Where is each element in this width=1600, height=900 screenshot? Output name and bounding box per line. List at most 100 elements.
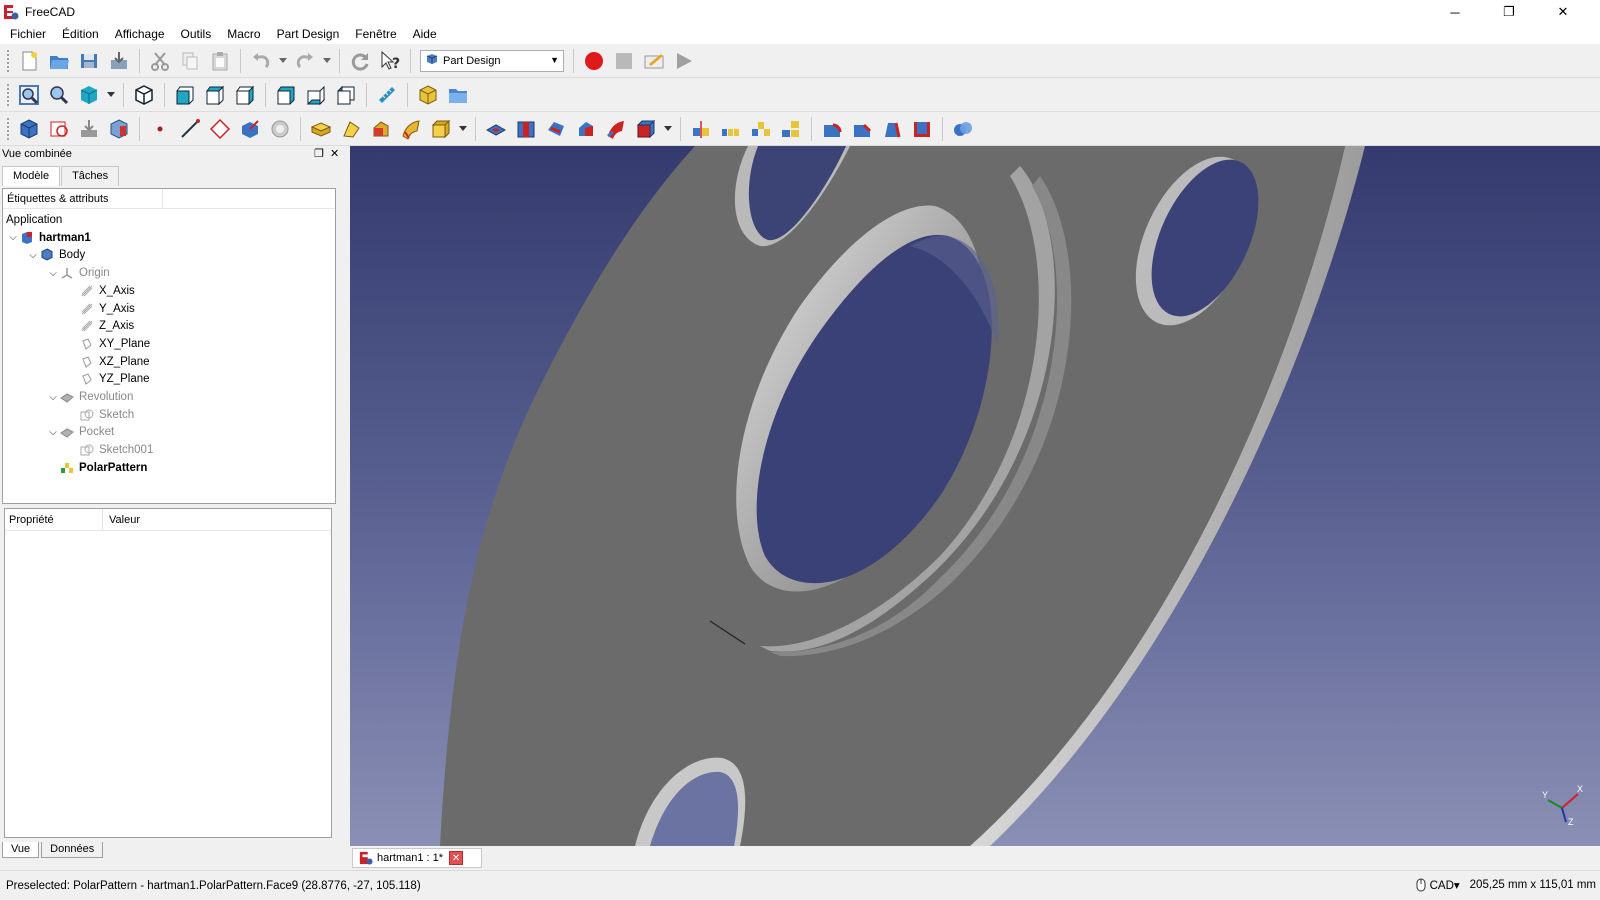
fit-all-icon[interactable]	[15, 81, 43, 109]
boolean-icon[interactable]	[949, 115, 977, 143]
tree-item-revolution[interactable]: ⌵ Revolution	[47, 388, 133, 406]
tree-item-xy-plane[interactable]: XY_Plane	[67, 335, 150, 353]
menu-fenetre[interactable]: Fenêtre	[347, 24, 404, 44]
cut-icon[interactable]	[146, 47, 174, 75]
toolbar-grip[interactable]	[6, 48, 10, 73]
3d-viewport[interactable]: X Y Z	[350, 146, 1600, 846]
navigation-style-selector[interactable]: CAD▾	[1416, 878, 1460, 892]
top-view-icon[interactable]	[201, 81, 229, 109]
menu-edition[interactable]: Édition	[54, 24, 107, 44]
tree-item-sketch001[interactable]: Sketch001	[67, 441, 153, 459]
tab-donnees[interactable]: Données	[41, 842, 104, 858]
toolbar-grip[interactable]	[6, 82, 10, 107]
subtractive-loft-icon[interactable]	[572, 115, 600, 143]
additive-primitive-dropdown-icon[interactable]	[457, 115, 469, 143]
groove-icon[interactable]	[542, 115, 570, 143]
subtractive-primitive-icon[interactable]	[632, 115, 660, 143]
polar-pattern-icon[interactable]	[747, 115, 775, 143]
menu-aide[interactable]: Aide	[405, 24, 445, 44]
chevron-down-icon[interactable]: ⌵	[47, 392, 59, 403]
tree-item-xz-plane[interactable]: XZ_Plane	[67, 353, 150, 371]
chamfer-icon[interactable]	[848, 115, 876, 143]
fit-selection-icon[interactable]	[45, 81, 73, 109]
tab-vue[interactable]: Vue	[2, 842, 40, 858]
new-document-icon[interactable]	[15, 47, 43, 75]
tree-item-y-axis[interactable]: Y_Axis	[67, 300, 135, 318]
tab-modele[interactable]: Modèle	[2, 166, 61, 186]
mirrored-icon[interactable]	[687, 115, 715, 143]
bottom-view-icon[interactable]	[302, 81, 330, 109]
menu-part-design[interactable]: Part Design	[269, 24, 348, 44]
local-coordinate-system-icon[interactable]	[236, 115, 264, 143]
save-as-icon[interactable]	[105, 47, 133, 75]
model-tree[interactable]: Étiquettes & attributs Application ⌵ hartm…	[2, 188, 336, 504]
hole-icon[interactable]	[512, 115, 540, 143]
chevron-down-icon[interactable]: ⌵	[47, 427, 59, 438]
draft-icon[interactable]	[878, 115, 906, 143]
tree-item-origin[interactable]: ⌵ Origin	[47, 264, 109, 282]
measure-distance-icon[interactable]	[373, 81, 401, 109]
subtractive-primitive-dropdown-icon[interactable]	[662, 115, 674, 143]
refresh-icon[interactable]	[346, 47, 374, 75]
shape-binder-icon[interactable]	[105, 115, 133, 143]
menu-macro[interactable]: Macro	[219, 24, 268, 44]
fillet-icon[interactable]	[818, 115, 846, 143]
clone-icon[interactable]	[266, 115, 294, 143]
copy-icon[interactable]	[176, 47, 204, 75]
pocket-icon[interactable]	[482, 115, 510, 143]
create-group-icon[interactable]	[444, 81, 472, 109]
revolution-icon[interactable]	[337, 115, 365, 143]
property-view[interactable]: Propriété Valeur	[4, 508, 332, 838]
close-panel-icon[interactable]: ✕	[330, 147, 339, 160]
linear-pattern-icon[interactable]	[717, 115, 745, 143]
document-tab[interactable]: hartman1 : 1* ✕	[352, 848, 482, 868]
tree-item-pocket[interactable]: ⌵ Pocket	[47, 423, 114, 441]
create-body-icon[interactable]	[15, 115, 43, 143]
close-button[interactable]: ✕	[1540, 0, 1586, 24]
chevron-down-icon[interactable]: ⌵	[47, 268, 59, 279]
isometric-view-icon[interactable]	[130, 81, 158, 109]
right-view-icon[interactable]	[231, 81, 259, 109]
tree-item-yz-plane[interactable]: YZ_Plane	[67, 370, 150, 388]
undo-dropdown-icon[interactable]	[277, 47, 289, 75]
open-folder-icon[interactable]	[45, 47, 73, 75]
subtractive-pipe-icon[interactable]	[602, 115, 630, 143]
redo-icon[interactable]	[291, 47, 319, 75]
multi-transform-icon[interactable]	[777, 115, 805, 143]
toolbar-grip[interactable]	[6, 116, 10, 141]
float-panel-icon[interactable]: ❐	[314, 147, 324, 160]
workbench-selector[interactable]: Part Design ▼	[420, 49, 564, 72]
tree-item-body[interactable]: ⌵ Body	[27, 246, 85, 264]
tree-item-application[interactable]: Application	[6, 211, 62, 229]
undo-icon[interactable]	[247, 47, 275, 75]
validate-sketch-icon[interactable]	[75, 115, 103, 143]
draw-style-icon[interactable]	[75, 81, 103, 109]
left-view-icon[interactable]	[332, 81, 360, 109]
run-macro-icon[interactable]	[670, 47, 698, 75]
pad-icon[interactable]	[307, 115, 335, 143]
flange-model[interactable]	[350, 146, 1600, 846]
macro-editor-icon[interactable]	[640, 47, 668, 75]
create-sketch-icon[interactable]	[45, 115, 73, 143]
menu-affichage[interactable]: Affichage	[107, 24, 173, 44]
tab-taches[interactable]: Tâches	[61, 166, 120, 186]
tree-item-hartman1[interactable]: ⌵ hartman1	[7, 229, 91, 247]
tree-item-z-axis[interactable]: Z_Axis	[67, 317, 134, 335]
tree-item-polarpattern[interactable]: PolarPattern	[47, 459, 147, 477]
tree-item-x-axis[interactable]: X_Axis	[67, 282, 135, 300]
menu-outils[interactable]: Outils	[173, 24, 220, 44]
minimize-button[interactable]: ─	[1432, 0, 1478, 24]
stop-macro-icon[interactable]	[610, 47, 638, 75]
close-document-tab-icon[interactable]: ✕	[449, 851, 464, 865]
additive-primitive-icon[interactable]	[427, 115, 455, 143]
maximize-button[interactable]: ❐	[1486, 0, 1532, 24]
chevron-down-icon[interactable]: ⌵	[7, 232, 19, 243]
menu-fichier[interactable]: Fichier	[2, 24, 54, 44]
front-view-icon[interactable]	[171, 81, 199, 109]
chevron-down-icon[interactable]: ⌵	[27, 250, 39, 261]
datum-line-icon[interactable]	[176, 115, 204, 143]
thickness-icon[interactable]	[908, 115, 936, 143]
create-part-icon[interactable]	[414, 81, 442, 109]
datum-plane-icon[interactable]	[206, 115, 234, 143]
rear-view-icon[interactable]	[272, 81, 300, 109]
